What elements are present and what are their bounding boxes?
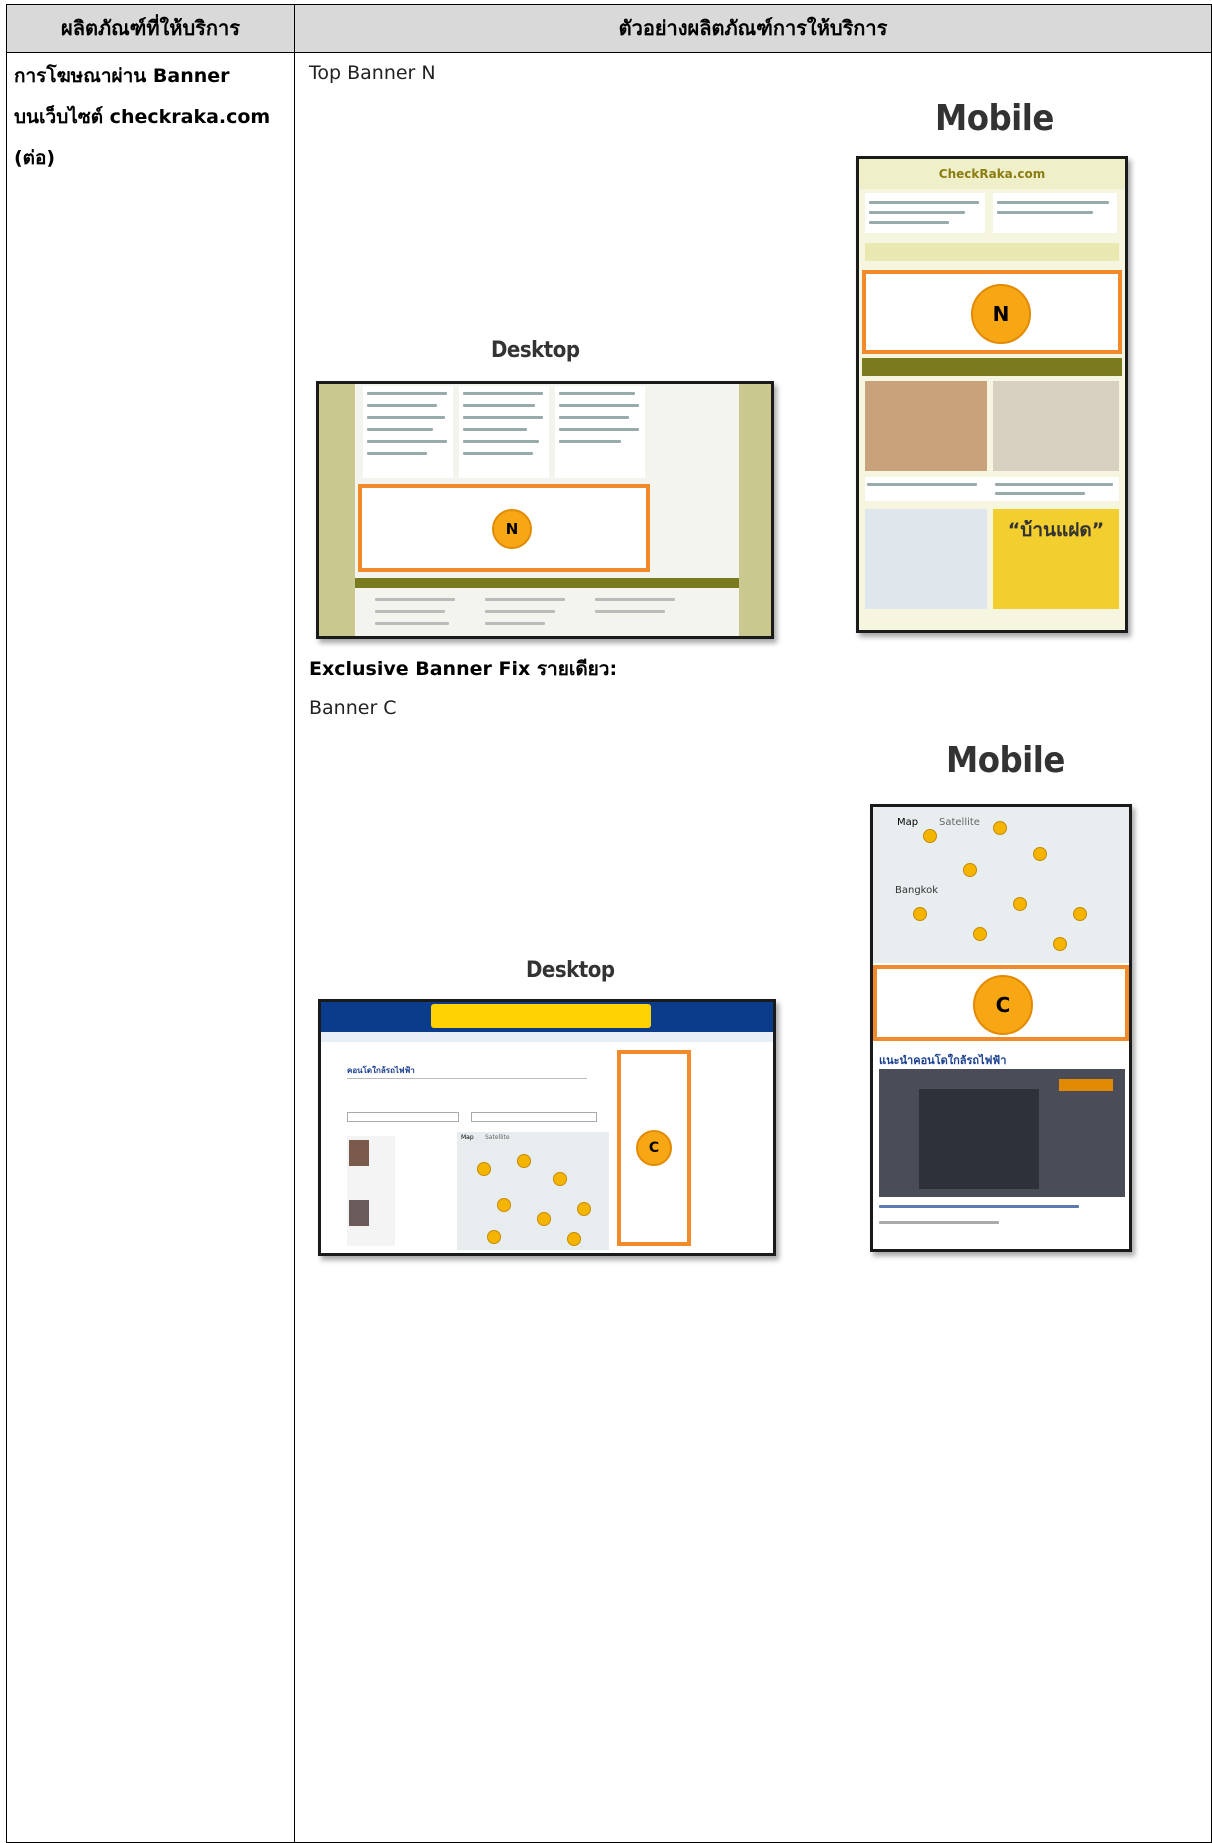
desktop-caption-c: Desktop — [526, 958, 615, 983]
product-line-3: (ต่อ) — [14, 147, 56, 169]
mobile-section-title: แนะนำคอนโดใกล้รถไฟฟ้า — [879, 1054, 1007, 1067]
desktop-map-tab: Map — [461, 1134, 474, 1141]
article-column — [459, 386, 549, 478]
mobile-badge-n: N — [971, 284, 1031, 344]
mobile-more-bar — [865, 243, 1119, 261]
desktop-search-input — [471, 1112, 597, 1122]
header-examples: ตัวอย่างผลิตภัณฑ์การให้บริการ — [618, 16, 888, 40]
mobile-captions — [865, 477, 1119, 501]
desktop-listing — [347, 1136, 395, 1246]
product-line-2: บนเว็บไซต์ checkraka.com — [14, 106, 271, 128]
mobile-thumb-room — [993, 381, 1119, 471]
mobile-condo-photo — [879, 1069, 1125, 1197]
mobile-thumb-house — [865, 381, 987, 471]
exclusive-label: Exclusive Banner Fix รายเดียว: — [309, 658, 618, 680]
desktop-caption-n: Desktop — [491, 338, 580, 363]
banner-c-placeholder: C — [617, 1050, 691, 1246]
hero-promo — [431, 1004, 651, 1028]
article-column — [555, 386, 645, 478]
mobile-satellite-tab: Satellite — [939, 817, 980, 828]
mobile-banner-c-placeholder: C — [873, 965, 1129, 1041]
banner-n-placeholder: N — [358, 484, 650, 572]
desktop-screenshot-c: คอนโดใกล้รถไฟฟ้า Map Satellite C — [318, 999, 776, 1256]
desktop-nav — [321, 1032, 773, 1042]
mobile-map-city: Bangkok — [895, 885, 939, 896]
mobile-thumb-twin-house: “บ้านแฝด” — [993, 509, 1119, 609]
desktop-satellite-tab: Satellite — [485, 1134, 510, 1141]
desktop-screenshot-n: N — [316, 381, 774, 639]
mobile-map: Map Satellite Bangkok — [873, 807, 1129, 963]
product-line-1: การโฆษณาผ่าน Banner — [14, 65, 230, 87]
mobile-article — [993, 193, 1117, 233]
desktop-map: Map Satellite — [457, 1132, 609, 1250]
column-divider — [294, 5, 295, 1842]
mobile-banner-n-placeholder: N — [862, 270, 1122, 354]
mobile-section-bar — [862, 358, 1122, 376]
mobile-caption-c: Mobile — [946, 740, 1065, 781]
olive-footer-bar — [355, 578, 739, 588]
top-banner-n-title: Top Banner N — [309, 62, 436, 84]
mobile-logo: CheckRaka.com — [859, 159, 1125, 189]
badge-n: N — [492, 509, 532, 549]
desktop-page-title: คอนโดใกล้รถไฟฟ้า — [347, 1066, 415, 1075]
banner-c-title: Banner C — [309, 697, 397, 719]
product-description: การโฆษณาผ่าน Banner บนเว็บไซต์ checkraka… — [14, 56, 276, 179]
badge-c: C — [636, 1130, 672, 1166]
mobile-caption-n: Mobile — [935, 98, 1054, 139]
header-products: ผลิตภัณฑ์ที่ให้บริการ — [61, 16, 240, 40]
mobile-article — [865, 193, 985, 233]
article-column — [363, 386, 453, 478]
desktop-search-input — [347, 1112, 459, 1122]
mobile-badge-c: C — [973, 975, 1033, 1035]
mobile-thumb-key — [865, 509, 987, 609]
desktop-hero-banner — [321, 1002, 773, 1032]
mobile-screenshot-n: CheckRaka.com N “บ้านแฝด” — [856, 156, 1128, 633]
mobile-map-tab: Map — [897, 817, 919, 828]
mobile-screenshot-c: Map Satellite Bangkok C แนะนำคอนโดใกล้รถ… — [870, 804, 1132, 1252]
